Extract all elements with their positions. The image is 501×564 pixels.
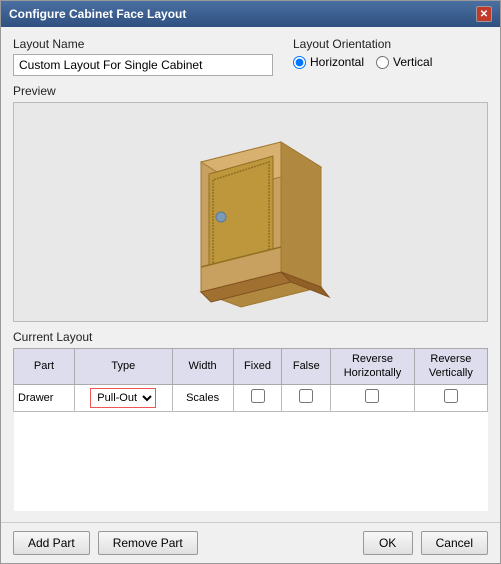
fixed-cell[interactable]: [233, 384, 282, 411]
rev-h-checkbox[interactable]: [365, 389, 379, 403]
remove-part-button[interactable]: Remove Part: [98, 531, 198, 555]
empty-row-3: [14, 451, 488, 471]
title-bar: Configure Cabinet Face Layout ✕: [1, 1, 500, 27]
footer: Add Part Remove Part OK Cancel: [1, 522, 500, 563]
layout-name-input[interactable]: [13, 54, 273, 76]
table-row: Drawer Pull-Out Door Shelf Scales: [14, 384, 488, 411]
orientation-radio-row: Horizontal Vertical: [293, 55, 432, 69]
col-width: Width: [172, 349, 233, 385]
col-type: Type: [75, 349, 173, 385]
current-layout-section: Current Layout Part Type Width Fixed Fal…: [13, 330, 488, 511]
width-cell: Scales: [172, 384, 233, 411]
footer-left: Add Part Remove Part: [13, 531, 198, 555]
close-button[interactable]: ✕: [476, 6, 492, 22]
rev-v-cell[interactable]: [414, 384, 487, 411]
preview-label: Preview: [13, 84, 488, 98]
add-part-button[interactable]: Add Part: [13, 531, 90, 555]
top-row: Layout Name Layout Orientation Horizonta…: [13, 37, 488, 76]
vertical-radio[interactable]: [376, 56, 389, 69]
empty-row-2: [14, 431, 488, 451]
fixed-checkbox[interactable]: [251, 389, 265, 403]
layout-name-label: Layout Name: [13, 37, 273, 51]
col-false: False: [282, 349, 331, 385]
window-title: Configure Cabinet Face Layout: [9, 7, 186, 21]
empty-row-5: [14, 491, 488, 511]
orientation-group: Layout Orientation Horizontal Vertical: [293, 37, 432, 69]
col-part: Part: [14, 349, 75, 385]
footer-right: OK Cancel: [363, 531, 488, 555]
main-window: Configure Cabinet Face Layout ✕ Layout N…: [0, 0, 501, 564]
horizontal-option[interactable]: Horizontal: [293, 55, 364, 69]
vertical-label: Vertical: [393, 55, 432, 69]
vertical-option[interactable]: Vertical: [376, 55, 432, 69]
layout-table: Part Type Width Fixed False ReverseHoriz…: [13, 348, 488, 511]
col-rev-h: ReverseHorizontally: [331, 349, 415, 385]
layout-name-group: Layout Name: [13, 37, 273, 76]
rev-v-checkbox[interactable]: [444, 389, 458, 403]
empty-row-1: [14, 411, 488, 431]
false-cell[interactable]: [282, 384, 331, 411]
rev-h-cell[interactable]: [331, 384, 415, 411]
current-layout-label: Current Layout: [13, 330, 488, 344]
false-checkbox[interactable]: [299, 389, 313, 403]
orientation-label: Layout Orientation: [293, 37, 432, 51]
horizontal-label: Horizontal: [310, 55, 364, 69]
col-fixed: Fixed: [233, 349, 282, 385]
empty-row-4: [14, 471, 488, 491]
type-select[interactable]: Pull-Out Door Shelf: [90, 388, 156, 408]
cabinet-preview: [161, 112, 341, 312]
cancel-button[interactable]: Cancel: [421, 531, 488, 555]
part-cell: Drawer: [14, 384, 75, 411]
type-cell[interactable]: Pull-Out Door Shelf: [75, 384, 173, 411]
horizontal-radio[interactable]: [293, 56, 306, 69]
content-area: Layout Name Layout Orientation Horizonta…: [1, 27, 500, 522]
preview-section: Preview: [13, 84, 488, 322]
ok-button[interactable]: OK: [363, 531, 413, 555]
preview-box: [13, 102, 488, 322]
col-rev-v: ReverseVertically: [414, 349, 487, 385]
